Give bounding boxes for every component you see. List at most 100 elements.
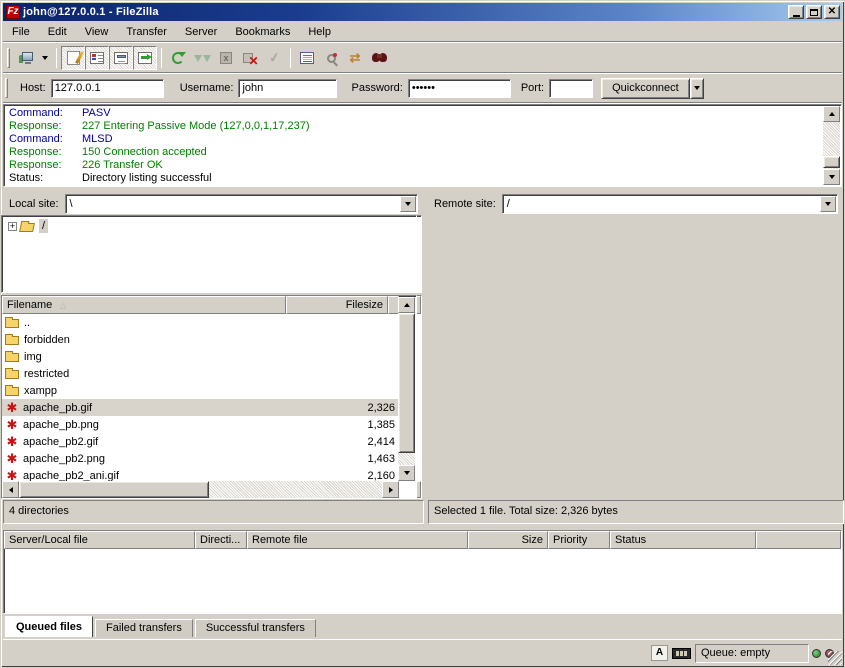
image-file-icon: ✱: [5, 470, 19, 482]
column-header-server-local-file[interactable]: Server/Local file: [4, 531, 195, 549]
scroll-up-button[interactable]: [823, 106, 840, 122]
scroll-left-button[interactable]: [2, 481, 19, 498]
remote-site-combobox[interactable]: /: [502, 194, 838, 214]
refresh-icon: [172, 52, 184, 64]
column-header-direction[interactable]: Directi...: [195, 531, 247, 549]
tab-successful-transfers[interactable]: Successful transfers: [195, 619, 316, 637]
expand-toggle[interactable]: +: [8, 222, 17, 231]
selected-tree-item-label: /: [39, 219, 48, 233]
file-row[interactable]: forbidden: [2, 331, 399, 348]
menu-bookmarks[interactable]: Bookmarks: [226, 23, 299, 41]
menu-server[interactable]: Server: [176, 23, 226, 41]
remote-list-body[interactable]: .. forbidden img restricted xampp ✱ apac…: [2, 314, 399, 481]
file-row[interactable]: restricted: [2, 365, 399, 382]
transfer-queue[interactable]: Server/Local file Directi... Remote file…: [3, 530, 842, 614]
host-input[interactable]: 127.0.0.1: [51, 79, 164, 98]
password-label: Password:: [351, 82, 402, 94]
file-row-selected[interactable]: ✱ apache_pb.gif2,326: [2, 399, 399, 416]
file-row[interactable]: ✱ apache_pb.png1,385: [2, 416, 399, 433]
scroll-thumb[interactable]: [398, 313, 415, 453]
image-file-icon: ✱: [5, 419, 19, 431]
minimize-button[interactable]: [788, 5, 804, 19]
column-header-status[interactable]: Status: [610, 531, 756, 549]
window-title: john@127.0.0.1 - FileZilla: [23, 6, 788, 18]
remote-list-header: Filename△ Filesize: [2, 296, 399, 314]
arrow-down-icon: [404, 471, 410, 475]
folder-icon: [5, 385, 20, 396]
compare-icon: [327, 54, 336, 63]
menu-help[interactable]: Help: [299, 23, 340, 41]
message-log[interactable]: Command:PASV Response:227 Entering Passi…: [3, 104, 842, 187]
tree-item-root[interactable]: + /: [2, 218, 416, 234]
toggle-local-tree-button[interactable]: [85, 46, 109, 70]
column-header-filesize[interactable]: Filesize: [286, 296, 388, 314]
process-queue-button: [190, 46, 214, 70]
toggle-message-log-button[interactable]: [61, 46, 85, 70]
tab-failed-transfers[interactable]: Failed transfers: [95, 619, 193, 637]
open-folder-icon: [20, 221, 35, 232]
close-button[interactable]: ✕: [824, 5, 840, 19]
file-row[interactable]: ✱ apache_pb2_ani.gif2,160: [2, 467, 399, 481]
folder-icon: [5, 351, 20, 362]
toolbar-grip[interactable]: [7, 48, 10, 68]
site-manager-dropdown[interactable]: [38, 46, 52, 70]
file-row[interactable]: img: [2, 348, 399, 365]
combo-drop-button[interactable]: [820, 196, 836, 212]
remote-tree[interactable]: + /: [1, 215, 417, 293]
folder-icon: [5, 368, 20, 379]
menu-transfer[interactable]: Transfer: [117, 23, 176, 41]
menu-edit[interactable]: Edit: [39, 23, 76, 41]
scroll-thumb[interactable]: [823, 156, 840, 168]
column-header-priority[interactable]: Priority: [548, 531, 610, 549]
scroll-right-button[interactable]: [382, 481, 399, 498]
column-header-remote-file[interactable]: Remote file: [247, 531, 468, 549]
menu-file[interactable]: File: [3, 23, 39, 41]
menu-view[interactable]: View: [76, 23, 118, 41]
local-site-combobox[interactable]: \: [65, 194, 418, 214]
ascii-transfer-type-icon[interactable]: A: [651, 645, 668, 661]
queue-tabs: Queued files Failed transfers Successful…: [5, 616, 318, 637]
toolbar: x ✕ ✓ ⇄: [3, 44, 842, 73]
maximize-icon: [810, 9, 818, 16]
username-input[interactable]: john: [238, 79, 337, 98]
remote-vscrollbar[interactable]: [398, 297, 415, 481]
column-header-size[interactable]: Size: [468, 531, 548, 549]
maximize-button[interactable]: [806, 5, 822, 19]
find-files-button[interactable]: [367, 46, 391, 70]
scroll-up-button[interactable]: [398, 297, 415, 313]
chevron-down-icon: [825, 202, 831, 206]
scroll-down-button[interactable]: [398, 465, 415, 481]
password-input[interactable]: ••••••: [408, 79, 511, 98]
disconnect-button[interactable]: ✕: [238, 46, 262, 70]
quickconnect-button[interactable]: Quickconnect: [601, 78, 690, 99]
scroll-thumb[interactable]: [19, 481, 209, 498]
toggle-queue-button[interactable]: [133, 46, 157, 70]
log-scrollbar[interactable]: [823, 106, 840, 185]
chevron-down-icon: [694, 86, 700, 90]
local-status-text: 4 directories: [9, 505, 69, 517]
file-row[interactable]: ✱ apache_pb2.gif2,414: [2, 433, 399, 450]
directory-filters-button[interactable]: [295, 46, 319, 70]
remote-hscrollbar[interactable]: [2, 481, 399, 498]
log-line: Response:150 Connection accepted: [9, 146, 841, 159]
quickconnect-dropdown[interactable]: [690, 78, 704, 99]
title-bar[interactable]: Fz john@127.0.0.1 - FileZilla ✕: [3, 3, 842, 21]
resize-grip[interactable]: [828, 651, 842, 665]
toolbar-separator: [290, 48, 291, 68]
refresh-button[interactable]: [166, 46, 190, 70]
scroll-down-button[interactable]: [823, 169, 840, 185]
arrow-down-icon: [829, 175, 835, 179]
file-row[interactable]: ✱ apache_pb2.png1,463: [2, 450, 399, 467]
tab-queued-files[interactable]: Queued files: [5, 616, 93, 637]
combo-drop-button[interactable]: [400, 196, 416, 212]
file-row[interactable]: ..: [2, 314, 399, 331]
speed-limit-icon[interactable]: [672, 648, 691, 659]
site-manager-button[interactable]: [14, 46, 38, 70]
folder-icon: [5, 334, 20, 345]
sync-browse-icon: ⇄: [350, 50, 361, 66]
quickconnect-grip[interactable]: [5, 78, 8, 98]
column-header-filename[interactable]: Filename△: [2, 296, 286, 314]
toggle-remote-tree-button[interactable]: [109, 46, 133, 70]
file-row[interactable]: xampp: [2, 382, 399, 399]
port-input[interactable]: [549, 79, 593, 98]
